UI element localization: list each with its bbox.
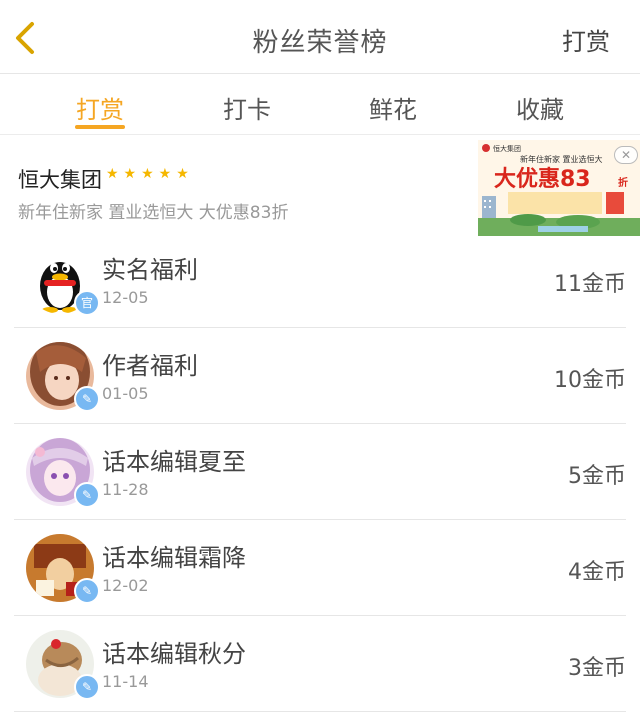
ad-top-text: 新年住新家 置业选恒大 bbox=[520, 154, 603, 164]
tab-checkin[interactable]: 打卡 bbox=[197, 90, 297, 125]
donation-amount: 4金币 bbox=[568, 560, 626, 585]
tab-flowers[interactable]: 鲜花 bbox=[343, 90, 443, 125]
donation-date: 11-28 bbox=[102, 480, 149, 499]
list-item[interactable]: ✎ 话本编辑秋分 11-14 3金币 bbox=[14, 616, 626, 712]
donor-name: 话本编辑夏至 bbox=[102, 448, 246, 476]
reward-button[interactable]: 打赏 bbox=[562, 22, 610, 57]
top-nav-bar: 粉丝荣誉榜 打赏 bbox=[0, 0, 640, 74]
donation-amount: 10金币 bbox=[554, 368, 626, 393]
page-title: 粉丝荣誉榜 bbox=[252, 28, 388, 58]
list-item[interactable]: 官 实名福利 12-05 11金币 bbox=[14, 232, 626, 328]
donor-name: 作者福利 bbox=[102, 352, 198, 380]
donor-name: 实名福利 bbox=[102, 256, 198, 284]
ad-headline: 大优惠83 bbox=[494, 166, 591, 192]
donor-list: 官 实名福利 12-05 11金币 ✎ 作者福利 01-05 10金币 ✎ 话本… bbox=[0, 232, 640, 712]
active-tab-indicator bbox=[75, 125, 125, 129]
tab-reward[interactable]: 打赏 bbox=[50, 90, 150, 125]
ad-image[interactable]: 恒大集团 新年住新家 置业选恒大 大优惠83 折 ✕ bbox=[478, 140, 640, 236]
tab-favorites[interactable]: 收藏 bbox=[490, 90, 590, 125]
list-item[interactable]: ✎ 话本编辑霜降 12-02 4金币 bbox=[14, 520, 626, 616]
official-badge: 官 bbox=[74, 290, 100, 316]
donor-name: 话本编辑秋分 bbox=[102, 640, 246, 668]
ad-logo-text: 恒大集团 bbox=[493, 144, 521, 153]
writer-badge-icon: ✎ bbox=[74, 674, 100, 700]
donation-date: 11-14 bbox=[102, 672, 149, 691]
list-item[interactable]: ✎ 话本编辑夏至 11-28 5金币 bbox=[14, 424, 626, 520]
writer-badge-icon: ✎ bbox=[74, 482, 100, 508]
list-item[interactable]: ✎ 作者福利 01-05 10金币 bbox=[14, 328, 626, 424]
donor-name: 话本编辑霜降 bbox=[102, 544, 246, 572]
writer-badge-icon: ✎ bbox=[74, 386, 100, 412]
donation-date: 01-05 bbox=[102, 384, 149, 403]
ad-brand-name: 恒大集团 bbox=[18, 168, 102, 192]
donation-date: 12-05 bbox=[102, 288, 149, 307]
close-icon[interactable]: ✕ bbox=[614, 146, 638, 164]
ad-slogan: 新年住新家 置业选恒大 大优惠83折 bbox=[18, 203, 289, 223]
donation-amount: 11金币 bbox=[554, 272, 626, 297]
donation-amount: 3金币 bbox=[568, 656, 626, 681]
writer-badge-icon: ✎ bbox=[74, 578, 100, 604]
rating-stars: ★★★★★ bbox=[106, 166, 194, 182]
donation-date: 12-02 bbox=[102, 576, 149, 595]
ad-banner[interactable]: 恒大集团 ★★★★★ 新年住新家 置业选恒大 大优惠83折 恒大集团 新年住新家… bbox=[0, 136, 640, 236]
donation-amount: 5金币 bbox=[568, 464, 626, 489]
tab-bar: 打赏 打卡 鲜花 收藏 bbox=[0, 75, 640, 135]
ad-headline-suffix: 折 bbox=[618, 176, 628, 189]
